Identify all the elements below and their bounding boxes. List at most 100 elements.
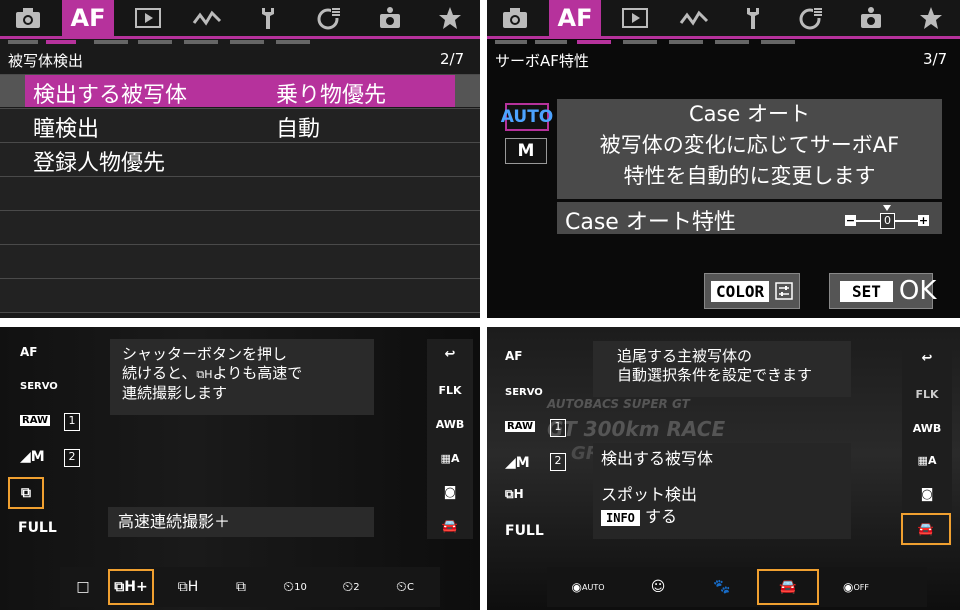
menu-row-detect-subject[interactable]: 検出する被写体 乗り物優先 [0, 75, 480, 109]
tab-setup[interactable] [733, 0, 773, 36]
section-title: 被写体検出 [8, 52, 84, 70]
color-key-label: COLOR [711, 280, 770, 302]
subject-vehicle-icon[interactable]: 🚘 [757, 569, 819, 605]
tab-wireless[interactable] [674, 0, 714, 36]
image-size-icon: ◢M [505, 455, 530, 471]
raw-icon: RAW [505, 421, 536, 432]
tab-setup[interactable] [248, 0, 288, 36]
star-icon [439, 7, 461, 29]
tab-wireless[interactable] [187, 0, 227, 36]
full-icon: FULL [18, 520, 57, 536]
menu-row-registered-person[interactable]: 登録人物優先 [0, 143, 480, 177]
tab-playback[interactable] [615, 0, 655, 36]
page-indicator-5 [669, 40, 703, 44]
page-indicator-6 [715, 40, 749, 44]
white-balance-icon[interactable]: AWB [907, 415, 947, 441]
card-2-icon: 2 [550, 453, 566, 471]
menu-row-eye-detection[interactable]: 瞳検出 自動 [0, 109, 480, 143]
menu-row-empty [0, 211, 480, 245]
drive-high-plus-icon[interactable]: ⧉H+ [108, 569, 154, 605]
case-characteristic-row[interactable]: Case オート特性 − 0 + [557, 202, 942, 235]
mode-manual-button[interactable]: M [505, 138, 547, 164]
tab-my-menu[interactable] [430, 0, 470, 36]
tab-shooting[interactable] [495, 0, 535, 36]
help-line: 自動選択条件を設定できます [617, 366, 813, 384]
case-desc-line: 特性を自動的に変更します [623, 164, 876, 188]
high-speed-icon: ⧉H [196, 368, 213, 381]
back-icon[interactable]: ↩ [907, 345, 947, 371]
wrench-icon [747, 8, 759, 29]
menu-row-empty [0, 177, 480, 211]
af-area-icon: AF [505, 349, 523, 363]
color-button[interactable]: COLOR [704, 273, 800, 309]
timer-2-icon[interactable]: ⏲ 2 [328, 569, 374, 605]
vehicle-icon[interactable]: 🚘 [901, 513, 951, 545]
tab-custom[interactable] [792, 0, 832, 36]
page-indicator-5 [184, 40, 218, 44]
metering-icon[interactable]: ◙ [430, 479, 470, 505]
wave-icon [679, 10, 709, 26]
mode-label: 高速連続撮影＋ [108, 507, 374, 537]
detect-subject-label: 検出する被写体 [593, 443, 851, 475]
minus-icon: − [845, 214, 856, 227]
drive-mode-icon[interactable]: ⧉ [8, 477, 44, 509]
drive-single-icon[interactable]: □ [60, 569, 106, 605]
custom-icon [799, 8, 823, 30]
subject-detect-panel: AUTOBACS SUPER GT GT 300km RACE GRAND FI… [487, 327, 960, 610]
tab-af[interactable]: AF [549, 0, 601, 36]
info-key: INFO [601, 510, 640, 526]
drive-low-icon[interactable]: ⧉ [218, 569, 264, 605]
page-indicator-2 [535, 40, 567, 44]
set-key-label: SET [840, 280, 893, 302]
tab-custom[interactable] [310, 0, 350, 36]
spot-detect-label: スポット検出 [601, 485, 698, 504]
page-indicator-4 [623, 40, 657, 44]
drive-high-icon[interactable]: ⧉H [165, 569, 211, 605]
flicker-icon[interactable]: FLK [430, 377, 470, 403]
subject-person-icon[interactable]: ☺ [635, 569, 681, 605]
card-2-icon: 2 [64, 449, 80, 467]
custom-icon [317, 8, 341, 30]
tab-underline [0, 36, 480, 39]
drive-mode-icon: ⧉H [505, 487, 524, 501]
subject-animal-icon[interactable]: 🐾 [699, 569, 745, 605]
metering-icon[interactable]: ◙ [907, 481, 947, 507]
page-number: 3/7 [923, 50, 948, 68]
mode-auto-button[interactable]: AUTO [501, 103, 553, 131]
tab-playback[interactable] [128, 0, 168, 36]
help-line: シャッターボタンを押し [122, 345, 288, 363]
page-indicator-1 [8, 40, 38, 44]
vehicle-icon[interactable]: 🚘 [430, 513, 470, 539]
timer-10-icon[interactable]: ⏲ 10 [272, 569, 318, 605]
timer-continuous-icon[interactable]: ⏲ C [382, 569, 428, 605]
case-desc-line: 被写体の変化に応じてサーボAF [599, 133, 900, 157]
page-indicator-3 [94, 40, 128, 44]
tab-shooting[interactable] [8, 0, 48, 36]
picture-style-icon[interactable]: ▦A [907, 447, 947, 473]
menu-panel-servo-af: AF サーボAF特性 3/7 AUTO M Case オート 被写体の変化に応じ… [487, 0, 960, 318]
flicker-icon[interactable]: FLK [907, 381, 947, 407]
tab-af[interactable]: AF [62, 0, 114, 36]
menu-row-value: 乗り物優先 [276, 83, 387, 108]
menu-row-label: 登録人物優先 [33, 151, 166, 176]
play-icon [135, 8, 161, 28]
wrench-icon [262, 8, 274, 29]
help-line: 連続撮影します [122, 384, 228, 402]
tab-my-menu-camera[interactable] [851, 0, 891, 36]
page-indicator-6 [230, 40, 264, 44]
set-ok-button[interactable]: SET OK [829, 273, 936, 309]
picture-style-icon[interactable]: ▦A [430, 445, 470, 471]
characteristic-slider[interactable]: − 0 + [845, 205, 929, 229]
subject-auto-icon[interactable]: ◉ AUTO [565, 569, 611, 605]
tab-underline [487, 36, 960, 39]
page-indicator-7 [761, 40, 795, 44]
white-balance-icon[interactable]: AWB [430, 411, 470, 437]
back-icon[interactable]: ↩ [430, 341, 470, 367]
servo-icon: SERVO [20, 381, 58, 392]
menu-row-label: 瞳検出 [33, 117, 100, 142]
camera-icon [16, 8, 40, 28]
subject-off-icon[interactable]: ◉ OFF [833, 569, 879, 605]
tab-my-menu-camera[interactable] [370, 0, 410, 36]
tab-my-menu[interactable] [911, 0, 951, 36]
page-indicator-3 [577, 40, 611, 44]
